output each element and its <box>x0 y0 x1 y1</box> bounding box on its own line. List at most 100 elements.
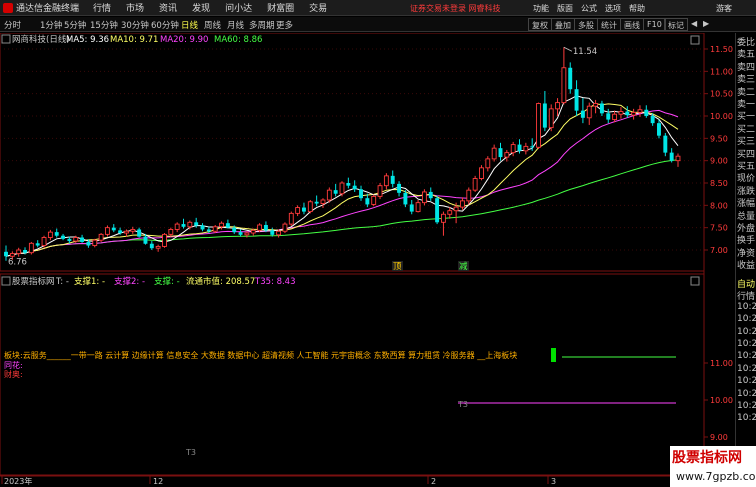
candle-body-down <box>390 175 395 184</box>
candle-body-up <box>536 103 541 148</box>
ind-legend-t35: T35: 8.43 <box>254 277 296 287</box>
ind-legend-support1: 支撑1: - <box>74 276 105 287</box>
candle-body-up <box>219 222 224 228</box>
menu-discover[interactable]: 发现 <box>192 1 210 14</box>
order-book-item-4: 卖二 <box>737 87 756 98</box>
candle-body-up <box>307 201 313 213</box>
candle-body-up <box>295 207 301 214</box>
period-30min[interactable]: 30分钟 <box>121 19 149 31</box>
restore-rights-button[interactable]: 复权 <box>528 18 552 31</box>
x-label-mar: 3 <box>551 477 556 486</box>
candle-body-down <box>498 148 503 158</box>
candle-body-up <box>377 185 383 197</box>
multi-stock-button[interactable]: 多股 <box>574 18 598 31</box>
indicator-maximize-icon[interactable] <box>690 276 700 286</box>
menu-layout[interactable]: 版面 <box>557 3 573 14</box>
price-annotations: 11.54 6.76 顶 减 <box>8 46 597 272</box>
order-book-item-12: 涨跌 <box>737 186 756 197</box>
candle-body-down <box>428 191 433 199</box>
candle-body-down <box>333 190 338 194</box>
menu-wealth[interactable]: 财富圈 <box>267 1 294 14</box>
scroll-right-icon[interactable]: ▶ <box>700 18 712 31</box>
period-weekly[interactable]: 周线 <box>204 19 221 31</box>
candle-body-up <box>320 199 326 204</box>
candle-body-down <box>206 229 211 232</box>
menu-market[interactable]: 市场 <box>126 1 144 14</box>
candle-body-down <box>574 89 579 111</box>
indicator-collapse-icon[interactable] <box>1 276 11 286</box>
candle-body-down <box>625 111 630 116</box>
candle-body-up <box>491 147 497 160</box>
guest-user[interactable]: 游客 <box>716 3 732 14</box>
candle-body-up <box>244 232 250 236</box>
candle-body-down <box>149 243 154 249</box>
menu-ask[interactable]: 问小达 <box>225 1 252 14</box>
ind-tick-label-1: 9.00 <box>710 433 728 442</box>
candle-body-up <box>637 109 643 113</box>
order-book-panel: 委比 卖五 卖四 卖三 卖二 卖一 买一 买二 买三 买四 买五 现价 涨跌 涨幅 总量 外盘 换手 净资 收益 自动… <box>735 33 756 487</box>
stock-name: 网商科技(日线) <box>12 34 70 45</box>
order-book-item-11: 现价 <box>737 174 756 185</box>
draw-line-button[interactable]: 画线 <box>620 18 644 31</box>
menu-formula[interactable]: 公式 <box>581 3 597 14</box>
period-15min[interactable]: 15分钟 <box>90 19 118 31</box>
candle-body-down <box>599 103 604 114</box>
marker-reduce: 减 <box>459 261 468 272</box>
candle-body-up <box>168 229 174 235</box>
candle-body-down <box>23 250 27 253</box>
candle-body-down <box>61 235 66 239</box>
candle-body-up <box>523 145 529 152</box>
candle-body-down <box>580 110 585 118</box>
indicator-panel: 股票指标网 T: - 支撑1: - 支撑2: - 支撑: - 流通市值: 208… <box>1 276 733 479</box>
candle-body-up <box>548 108 554 129</box>
candle-body-up <box>276 230 282 236</box>
overlay-button[interactable]: 叠加 <box>551 18 575 31</box>
watermark-url: www.7gpzb.com <box>676 470 756 483</box>
candle-body-down <box>568 67 573 90</box>
candle-body-down <box>606 113 611 120</box>
candle-body-up <box>479 167 484 179</box>
candle-body-up <box>73 237 79 242</box>
signal-bar <box>551 348 556 362</box>
tick-trade-item-0: 自动 <box>737 280 756 290</box>
statistics-button[interactable]: 统计 <box>597 18 621 31</box>
candle-body-up <box>383 175 389 187</box>
candle-body-up <box>631 111 637 116</box>
ind-tick-label-3: 11.00 <box>710 359 733 368</box>
period-1min[interactable]: 1分钟 <box>40 19 62 31</box>
candle-body-down <box>238 232 243 235</box>
menu-help[interactable]: 帮助 <box>629 3 645 14</box>
period-more[interactable]: 更多 <box>276 19 293 31</box>
panel-collapse-icon[interactable] <box>1 34 11 44</box>
period-intraday[interactable]: 分时 <box>4 19 21 31</box>
candle-body-up <box>447 210 453 215</box>
candle-body-down <box>35 243 40 246</box>
order-book-item-16: 换手 <box>737 236 756 247</box>
menu-trade[interactable]: 交易 <box>309 1 327 14</box>
candle-body-down <box>435 198 440 223</box>
panel-maximize-icon[interactable] <box>690 35 700 45</box>
menu-function[interactable]: 功能 <box>533 3 549 14</box>
period-daily[interactable]: 日线 <box>181 19 198 31</box>
chart-canvas[interactable]: 7.00 7.50 8.00 8.50 9.00 9.50 10.00 10.50 11.00 1… <box>0 33 735 487</box>
mark-button[interactable]: 标记 <box>664 18 688 31</box>
period-60min[interactable]: 60分钟 <box>151 19 179 31</box>
period-monthly[interactable]: 月线 <box>227 19 244 31</box>
marker-top: 顶 <box>393 262 402 272</box>
candle-body-up <box>162 233 167 247</box>
candle-body-down <box>301 207 306 212</box>
order-book-item-6: 买一 <box>737 112 756 123</box>
order-book-item-17: 净资 <box>737 248 756 259</box>
menu-news[interactable]: 资讯 <box>159 1 177 14</box>
candle-body-up <box>288 212 294 225</box>
candle-body-up <box>561 67 567 104</box>
period-multi[interactable]: 多周期 <box>249 19 275 31</box>
scroll-left-icon[interactable]: ◀ <box>688 18 700 31</box>
f10-button[interactable]: F10 <box>643 18 666 31</box>
menu-quotes[interactable]: 行情 <box>93 1 111 14</box>
menu-options[interactable]: 选项 <box>605 3 621 14</box>
price-tick-label-4: 9.00 <box>710 157 728 166</box>
order-book-item-18: 收益 <box>737 261 756 272</box>
login-status[interactable]: 证券交易未登录 网睿科技 <box>410 3 501 14</box>
period-5min[interactable]: 5分钟 <box>64 19 86 31</box>
